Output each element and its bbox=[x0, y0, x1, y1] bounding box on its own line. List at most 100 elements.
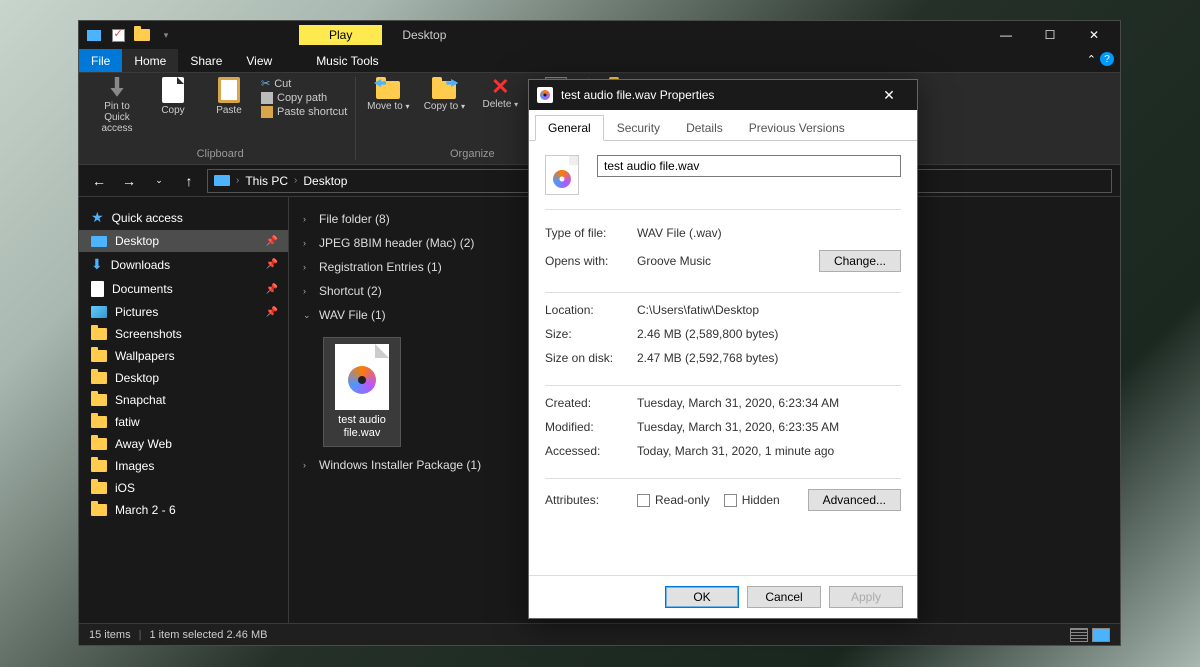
tab-general[interactable]: General bbox=[535, 115, 604, 141]
folder-icon bbox=[91, 460, 107, 472]
dialog-title-bar: test audio file.wav Properties ✕ bbox=[529, 80, 917, 110]
file-thumbnail-icon bbox=[335, 344, 389, 410]
accessed-value: Today, March 31, 2020, 1 minute ago bbox=[637, 444, 901, 458]
paste-button[interactable]: Paste bbox=[205, 77, 253, 116]
tab-security[interactable]: Security bbox=[604, 115, 673, 141]
size-on-disk-value: 2.47 MB (2,592,768 bytes) bbox=[637, 351, 901, 365]
modified-value: Tuesday, March 31, 2020, 6:23:35 AM bbox=[637, 420, 901, 434]
accessed-label: Accessed: bbox=[545, 444, 625, 458]
copy-path-icon bbox=[261, 92, 273, 104]
folder-icon bbox=[91, 482, 107, 494]
qat-checkbox-icon[interactable]: ✓ bbox=[107, 24, 129, 46]
tab-file[interactable]: File bbox=[79, 49, 122, 72]
delete-button[interactable]: ✕ Delete ▾ bbox=[476, 77, 524, 110]
nav-forward-button[interactable]: → bbox=[117, 169, 141, 193]
apply-button[interactable]: Apply bbox=[829, 586, 903, 608]
sidebar-item-downloads[interactable]: ⬇Downloads📌 bbox=[79, 252, 288, 277]
opens-with-label: Opens with: bbox=[545, 254, 625, 268]
pin-icon: 📌 bbox=[266, 307, 278, 318]
modified-label: Modified: bbox=[545, 420, 625, 434]
close-button[interactable]: ✕ bbox=[1072, 21, 1116, 49]
folder-icon bbox=[91, 350, 107, 362]
sidebar-item-documents[interactable]: Documents📌 bbox=[79, 277, 288, 301]
sidebar-item-away-web[interactable]: Away Web bbox=[79, 433, 288, 455]
pictures-icon bbox=[91, 306, 107, 318]
tab-previous-versions[interactable]: Previous Versions bbox=[736, 115, 858, 141]
dialog-tabs: General Security Details Previous Versio… bbox=[529, 110, 917, 141]
chevron-right-icon: › bbox=[303, 262, 313, 272]
breadcrumb-desktop[interactable]: Desktop bbox=[303, 174, 347, 188]
minimize-button[interactable]: — bbox=[984, 21, 1028, 49]
ribbon-collapse-icon[interactable]: ⌃ bbox=[1087, 53, 1096, 66]
sidebar-item-quick-access[interactable]: ★Quick access bbox=[79, 205, 288, 230]
window-title: Desktop bbox=[402, 28, 446, 42]
copy-button[interactable]: Copy bbox=[149, 77, 197, 116]
chevron-right-icon: › bbox=[303, 286, 313, 296]
breadcrumb-this-pc[interactable]: This PC bbox=[245, 174, 288, 188]
explorer-icon bbox=[83, 24, 105, 46]
attributes-label: Attributes: bbox=[545, 493, 625, 507]
help-icon[interactable]: ? bbox=[1100, 52, 1114, 66]
tab-home[interactable]: Home bbox=[122, 49, 178, 72]
sidebar-item-pictures[interactable]: Pictures📌 bbox=[79, 301, 288, 323]
pin-icon: 📌 bbox=[266, 284, 278, 295]
copy-icon bbox=[162, 77, 184, 103]
maximize-button[interactable]: ☐ bbox=[1028, 21, 1072, 49]
advanced-button[interactable]: Advanced... bbox=[808, 489, 901, 511]
cut-button[interactable]: ✂Cut bbox=[261, 77, 347, 90]
tab-view[interactable]: View bbox=[234, 49, 284, 72]
context-tab-play[interactable]: Play bbox=[299, 25, 382, 45]
size-on-disk-label: Size on disk: bbox=[545, 351, 625, 365]
location-value: C:\Users\fatiw\Desktop bbox=[637, 303, 901, 317]
cancel-button[interactable]: Cancel bbox=[747, 586, 821, 608]
size-label: Size: bbox=[545, 327, 625, 341]
pin-icon: 📌 bbox=[266, 236, 278, 247]
sidebar-item-wallpapers[interactable]: Wallpapers bbox=[79, 345, 288, 367]
large-icons-view-button[interactable] bbox=[1092, 628, 1110, 642]
paste-shortcut-button[interactable]: Paste shortcut bbox=[261, 106, 347, 118]
type-label: Type of file: bbox=[545, 226, 625, 240]
details-view-button[interactable] bbox=[1070, 628, 1088, 642]
sidebar-item-images[interactable]: Images bbox=[79, 455, 288, 477]
status-item-count: 15 items bbox=[89, 629, 131, 641]
tab-music-tools[interactable]: Music Tools bbox=[304, 49, 390, 72]
star-icon: ★ bbox=[91, 209, 104, 226]
ribbon-tabs: File Home Share View Music Tools ⌃ ? bbox=[79, 49, 1120, 73]
ok-button[interactable]: OK bbox=[665, 586, 739, 608]
folder-icon bbox=[91, 504, 107, 516]
move-to-button[interactable]: Move to ▾ bbox=[364, 77, 412, 112]
chevron-right-icon: › bbox=[303, 214, 313, 224]
size-value: 2.46 MB (2,589,800 bytes) bbox=[637, 327, 901, 341]
sidebar-item-screenshots[interactable]: Screenshots bbox=[79, 323, 288, 345]
tab-share[interactable]: Share bbox=[178, 49, 234, 72]
location-label: Location: bbox=[545, 303, 625, 317]
nav-up-button[interactable]: ↑ bbox=[177, 169, 201, 193]
qat-folder-icon[interactable] bbox=[131, 24, 153, 46]
sidebar-item-snapchat[interactable]: Snapchat bbox=[79, 389, 288, 411]
chevron-down-icon: ⌄ bbox=[303, 310, 313, 321]
file-item-label: test audio file.wav bbox=[330, 414, 394, 440]
pin-quick-access-button[interactable]: Pin to Quick access bbox=[93, 77, 141, 134]
delete-icon: ✕ bbox=[490, 77, 510, 97]
nav-back-button[interactable]: ← bbox=[87, 169, 111, 193]
organize-group-label: Organize bbox=[450, 148, 495, 160]
sidebar-item-desktop[interactable]: Desktop📌 bbox=[79, 230, 288, 252]
nav-recent-button[interactable]: ⌄ bbox=[147, 169, 171, 193]
hidden-checkbox[interactable]: Hidden bbox=[724, 493, 780, 507]
copy-to-button[interactable]: Copy to ▾ bbox=[420, 77, 468, 112]
status-bar: 15 items | 1 item selected 2.46 MB bbox=[79, 623, 1120, 645]
copy-path-button[interactable]: Copy path bbox=[261, 92, 347, 104]
sidebar-item-fatiw[interactable]: fatiw bbox=[79, 411, 288, 433]
sidebar-item-desktop2[interactable]: Desktop bbox=[79, 367, 288, 389]
change-button[interactable]: Change... bbox=[819, 250, 901, 272]
sidebar-item-march[interactable]: March 2 - 6 bbox=[79, 499, 288, 521]
clipboard-group-label: Clipboard bbox=[197, 148, 244, 160]
opens-with-value: Groove Music bbox=[637, 254, 807, 268]
readonly-checkbox[interactable]: Read-only bbox=[637, 493, 710, 507]
dialog-file-icon bbox=[537, 87, 553, 103]
file-item-wav[interactable]: test audio file.wav bbox=[323, 337, 401, 447]
dialog-close-button[interactable]: ✕ bbox=[869, 80, 909, 110]
filename-input[interactable] bbox=[597, 155, 901, 177]
sidebar-item-ios[interactable]: iOS bbox=[79, 477, 288, 499]
tab-details[interactable]: Details bbox=[673, 115, 736, 141]
